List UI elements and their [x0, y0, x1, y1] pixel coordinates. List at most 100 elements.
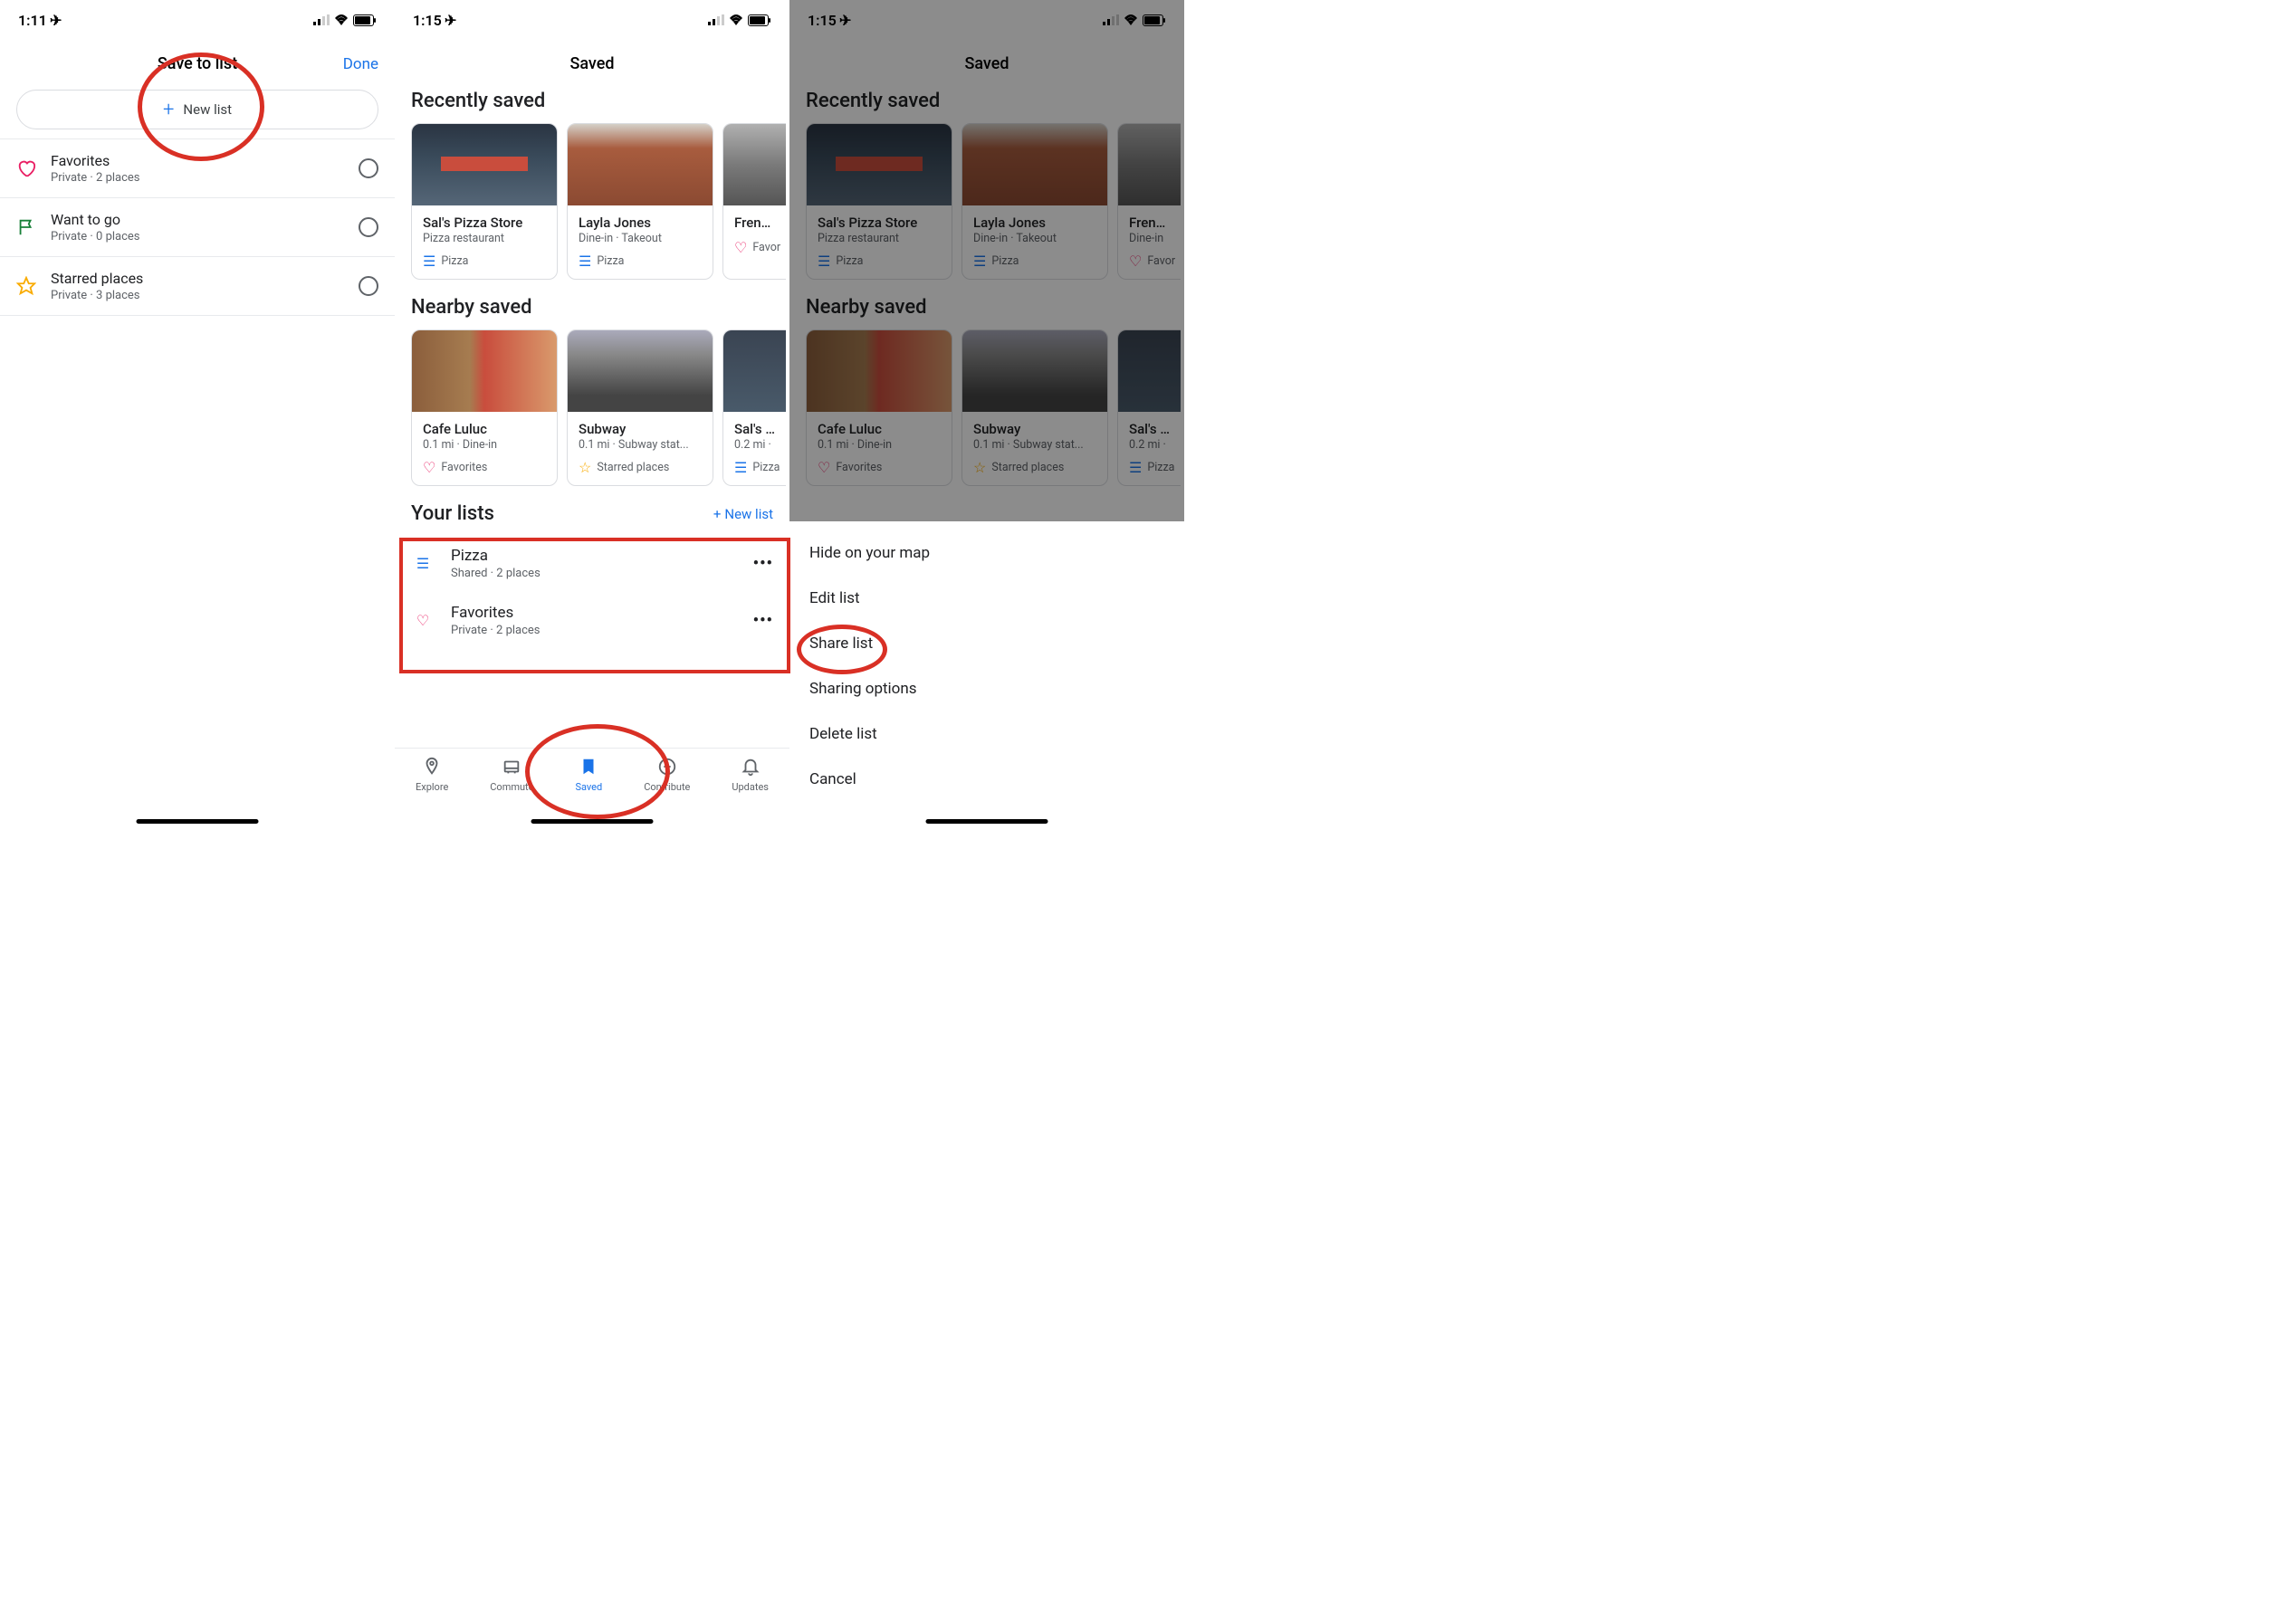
place-body: Subway 0.1 mi · Subway stat... ☆Starred … — [568, 412, 713, 485]
place-card[interactable]: Sal's Pizza Store Pizza restaurant ☰Pizz… — [411, 123, 558, 280]
action-edit-list[interactable]: Edit list — [789, 576, 1184, 621]
ylist-text: Pizza Shared · 2 places — [451, 547, 737, 580]
status-bar: 1:15 ✈︎ — [395, 0, 789, 40]
heart-icon: ♡ — [411, 612, 435, 629]
place-name: Sal's Pi — [734, 421, 775, 437]
radio-button[interactable] — [359, 217, 378, 237]
new-list-inline-button[interactable]: +New list — [713, 506, 773, 522]
list-row-favorites[interactable]: Favorites Private · 2 places — [0, 138, 395, 198]
tab-explore[interactable]: Explore — [416, 756, 448, 829]
place-sub: 0.1 mi · Subway stat... — [579, 438, 702, 452]
place-card[interactable]: French ♡Favor — [722, 123, 786, 280]
star-icon: ☆ — [579, 459, 591, 476]
battery-icon — [748, 14, 771, 26]
place-card[interactable]: Cafe Luluc 0.1 mi · Dine-in ♡Favorites — [411, 329, 558, 486]
list-row-starred[interactable]: Starred places Private · 3 places — [0, 257, 395, 316]
place-photo — [412, 124, 557, 205]
list-icon: ☰ — [411, 555, 435, 572]
ylist-name: Pizza — [451, 547, 737, 565]
new-list-button[interactable]: + New list — [16, 90, 378, 129]
wifi-icon — [729, 14, 743, 25]
place-photo — [723, 124, 786, 205]
place-sub: Dine-in · Takeout — [579, 232, 702, 245]
tab-saved[interactable]: Saved — [575, 756, 602, 829]
status-bar: 1:11 ✈︎ — [0, 0, 395, 40]
place-name: Layla Jones — [579, 215, 702, 231]
place-body: Sal's Pi 0.2 mi · ☰Pizza — [723, 412, 786, 485]
new-list-label: New list — [183, 101, 232, 118]
place-sub: 0.1 mi · Dine-in — [423, 438, 546, 452]
status-time: 1:15 — [413, 12, 442, 29]
nearby-saved-title: Nearby saved — [395, 296, 789, 329]
your-lists-title: Your lists — [411, 502, 494, 525]
place-photo — [723, 330, 786, 412]
action-cancel[interactable]: Cancel — [789, 757, 1184, 802]
home-indicator[interactable] — [926, 819, 1048, 824]
screen2-header: Saved — [395, 40, 789, 90]
cellular-icon — [313, 14, 330, 25]
place-sub: Pizza restaurant — [423, 232, 546, 245]
list-row-wanttogo[interactable]: Want to go Private · 0 places — [0, 198, 395, 257]
action-sheet: Hide on your map Edit list Share list Sh… — [789, 521, 1184, 829]
place-card[interactable]: Sal's Pi 0.2 mi · ☰Pizza — [722, 329, 786, 486]
your-lists-header: Your lists +New list — [395, 502, 789, 536]
done-button[interactable]: Done — [343, 55, 378, 73]
home-indicator[interactable] — [531, 819, 654, 824]
your-list-pizza[interactable]: ☰ Pizza Shared · 2 places ••• — [395, 536, 789, 593]
action-share-list[interactable]: Share list — [789, 621, 1184, 666]
screen2-title: Saved — [569, 54, 614, 73]
tab-updates[interactable]: Updates — [732, 756, 769, 829]
place-name: Cafe Luluc — [423, 421, 546, 437]
radio-button[interactable] — [359, 158, 378, 178]
plus-circle-icon — [656, 756, 678, 778]
plus-icon: + — [163, 99, 174, 121]
heart-icon — [16, 158, 36, 178]
place-name: Sal's Pizza Store — [423, 215, 546, 231]
tab-contribute[interactable]: Contribute — [644, 756, 690, 829]
radio-button[interactable] — [359, 276, 378, 296]
place-name: Subway — [579, 421, 702, 437]
recently-saved-scroll[interactable]: Sal's Pizza Store Pizza restaurant ☰Pizz… — [395, 123, 789, 296]
ylist-sub: Private · 2 places — [451, 624, 737, 637]
recently-saved-title: Recently saved — [395, 90, 789, 123]
home-indicator[interactable] — [137, 819, 259, 824]
place-card[interactable]: Subway 0.1 mi · Subway stat... ☆Starred … — [567, 329, 713, 486]
phone-saved: 1:15 ✈︎ Saved Recently saved Sal's Pizza… — [395, 0, 789, 829]
place-card[interactable]: Layla Jones Dine-in · Takeout ☰Pizza — [567, 123, 713, 280]
screen1-title: Save to list — [158, 54, 237, 73]
place-body: Cafe Luluc 0.1 mi · Dine-in ♡Favorites — [412, 412, 557, 485]
more-button[interactable]: ••• — [753, 611, 773, 630]
list-text: Favorites Private · 2 places — [51, 152, 344, 185]
place-body: Sal's Pizza Store Pizza restaurant ☰Pizz… — [412, 205, 557, 279]
place-tag: ☰Pizza — [579, 253, 702, 270]
place-tag: ♡Favor — [734, 239, 775, 256]
navigation-icon: ✈︎ — [50, 12, 62, 29]
place-tag: ♡Favorites — [423, 459, 546, 476]
heart-icon: ♡ — [734, 239, 747, 256]
list-text: Starred places Private · 3 places — [51, 270, 344, 302]
action-sharing-options[interactable]: Sharing options — [789, 666, 1184, 711]
action-hide-on-map[interactable]: Hide on your map — [789, 530, 1184, 576]
more-button[interactable]: ••• — [753, 554, 773, 573]
list-sub: Private · 2 places — [51, 171, 344, 185]
screen1-header: Save to list Done — [0, 40, 395, 90]
star-icon — [16, 276, 36, 296]
tab-commute[interactable]: Commute — [490, 756, 533, 829]
your-list-favorites[interactable]: ♡ Favorites Private · 2 places ••• — [395, 593, 789, 650]
action-delete-list[interactable]: Delete list — [789, 711, 1184, 757]
place-tag: ☰Pizza — [734, 459, 775, 476]
place-tag: ☰Pizza — [423, 253, 546, 270]
list-name: Favorites — [51, 152, 344, 169]
list-name: Starred places — [51, 270, 344, 287]
nearby-saved-scroll[interactable]: Cafe Luluc 0.1 mi · Dine-in ♡Favorites S… — [395, 329, 789, 502]
navigation-icon: ✈︎ — [445, 12, 456, 29]
ylist-sub: Shared · 2 places — [451, 567, 737, 580]
battery-icon — [353, 14, 377, 26]
wifi-icon — [334, 14, 349, 25]
cellular-icon — [708, 14, 724, 25]
place-photo — [568, 124, 713, 205]
place-photo — [412, 330, 557, 412]
list-icon: ☰ — [423, 253, 435, 270]
bookmark-icon — [578, 756, 599, 778]
list-icon: ☰ — [734, 459, 747, 476]
